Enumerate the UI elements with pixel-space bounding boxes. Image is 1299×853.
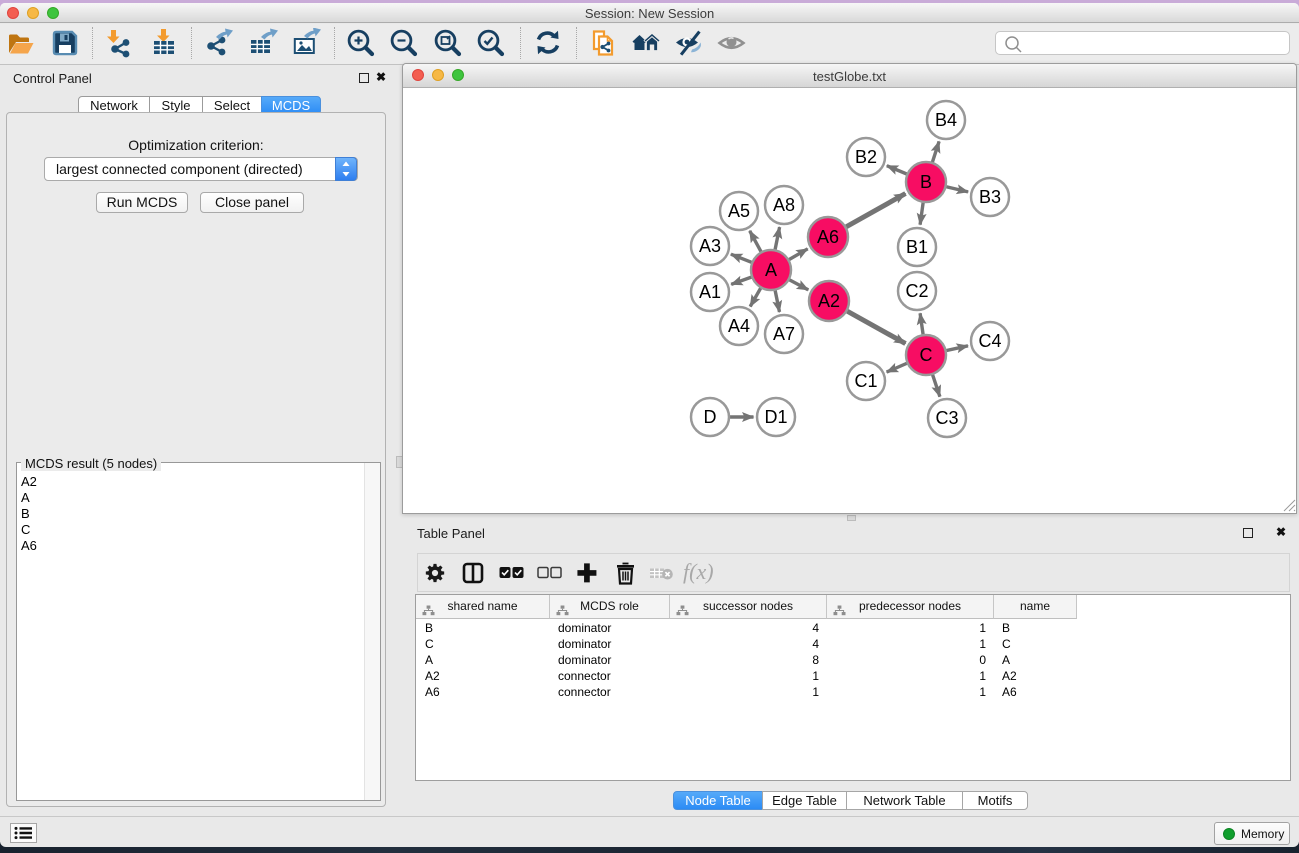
svg-text:C4: C4	[978, 331, 1001, 351]
svg-text:A6: A6	[817, 227, 839, 247]
svg-text:C3: C3	[935, 408, 958, 428]
svg-text:D: D	[704, 407, 717, 427]
svg-text:B: B	[920, 172, 932, 192]
svg-text:D1: D1	[764, 407, 787, 427]
svg-text:A8: A8	[773, 195, 795, 215]
svg-text:C: C	[920, 345, 933, 365]
svg-text:A1: A1	[699, 282, 721, 302]
svg-text:B4: B4	[935, 110, 957, 130]
svg-text:A2: A2	[818, 291, 840, 311]
svg-text:B2: B2	[855, 147, 877, 167]
svg-text:A4: A4	[728, 316, 750, 336]
svg-text:A7: A7	[773, 324, 795, 344]
svg-text:C2: C2	[905, 281, 928, 301]
svg-text:A: A	[765, 260, 777, 280]
svg-text:C1: C1	[854, 371, 877, 391]
svg-text:A5: A5	[728, 201, 750, 221]
svg-text:B1: B1	[906, 237, 928, 257]
svg-text:B3: B3	[979, 187, 1001, 207]
svg-text:A3: A3	[699, 236, 721, 256]
